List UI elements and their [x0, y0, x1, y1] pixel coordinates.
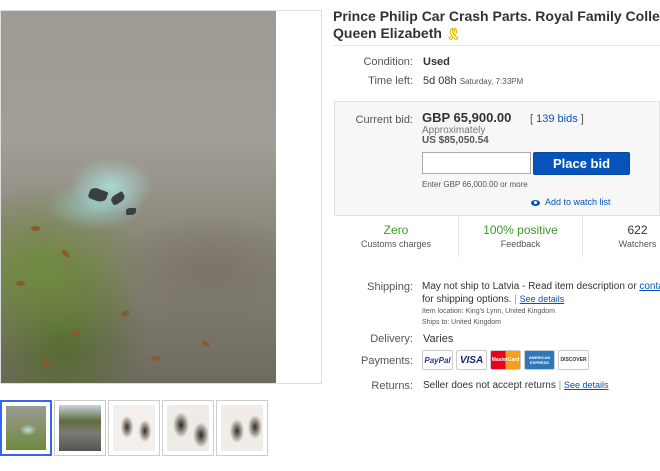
- shipping-details: May not ship to Latvia - Read item descr…: [422, 280, 660, 328]
- paypal-icon: PayPal: [422, 350, 453, 370]
- stat-watchers-value: 622: [627, 223, 648, 237]
- min-bid-hint: Enter GBP 66,000.00 or more: [422, 180, 528, 189]
- shipping-label: Shipping:: [367, 281, 413, 293]
- stat-watchers: 622 Watchers: [582, 216, 660, 257]
- mastercard-text: MasterCard: [491, 357, 520, 363]
- contact-seller-link[interactable]: contac: [639, 281, 660, 292]
- leaf: [16, 281, 25, 286]
- discover-icon: DISCOVER: [558, 350, 589, 370]
- thumbnail-2[interactable]: [54, 400, 106, 456]
- thumbnail-3[interactable]: [108, 400, 160, 456]
- thumbnail-image: [59, 405, 101, 451]
- condition-label: Condition:: [363, 56, 413, 68]
- bid-count-link[interactable]: 139 bids: [536, 113, 578, 125]
- returns-see-details-link[interactable]: See details: [564, 380, 609, 390]
- returns-value: Seller does not accept returns | See det…: [423, 380, 609, 391]
- stat-feedback-value: 100% positive: [483, 223, 558, 237]
- main-image-frame[interactable]: [0, 10, 322, 384]
- awareness-ribbon-icon: 🎗: [445, 27, 462, 41]
- add-to-watch-list-link[interactable]: Add to watch list: [531, 197, 611, 207]
- shipping-separator: |: [511, 294, 520, 305]
- discover-text: DISCOVER: [560, 357, 587, 363]
- returns-separator: |: [555, 380, 565, 391]
- leaf: [151, 356, 160, 361]
- stat-customs: Zero Customs charges: [334, 216, 458, 257]
- current-bid-label: Current bid:: [355, 114, 413, 126]
- time-left-end: Saturday, 7:33PM: [459, 77, 524, 86]
- title-divider: [333, 45, 660, 46]
- place-bid-button[interactable]: Place bid: [533, 152, 630, 175]
- eye-icon: [531, 199, 540, 206]
- listing-title: Prince Philip Car Crash Parts. Royal Fam…: [333, 8, 660, 43]
- thumbnail-4[interactable]: [162, 400, 214, 456]
- ships-to: Ships to: United Kingdom: [422, 319, 501, 326]
- shipping-line1: May not ship to Latvia - Read item descr…: [422, 281, 640, 292]
- thumbnail-image: [113, 405, 155, 451]
- visa-text: VISA: [459, 354, 484, 366]
- bid-count-close: ]: [580, 113, 584, 125]
- stat-feedback[interactable]: 100% positive Feedback: [458, 216, 582, 257]
- time-left-label: Time left:: [368, 75, 413, 87]
- bid-count: [ 139 bids ]: [530, 113, 584, 125]
- main-product-photo[interactable]: [1, 11, 276, 383]
- leaf: [120, 309, 131, 318]
- shipping-line2: for shipping options.: [422, 294, 512, 305]
- debris-shard: [126, 208, 136, 215]
- usd-amount: US $85,050.54: [422, 135, 489, 146]
- stat-customs-label: Customs charges: [360, 239, 432, 249]
- thumbnail-image: [6, 406, 46, 450]
- stats-row: Zero Customs charges 100% positive Feedb…: [334, 215, 660, 257]
- delivery-value: Varies: [423, 333, 454, 345]
- thumbnail-1[interactable]: [0, 400, 52, 456]
- stat-customs-value: Zero: [383, 223, 409, 237]
- leaf: [60, 248, 71, 259]
- bid-amount-input[interactable]: [422, 152, 531, 174]
- thumbnail-5[interactable]: [216, 400, 268, 456]
- thumbnail-image: [221, 405, 263, 451]
- time-left-duration: 5d 08h: [423, 75, 457, 87]
- stat-watchers-label: Watchers: [618, 239, 657, 249]
- paypal-text: PayPal: [424, 355, 451, 365]
- leaf: [31, 226, 40, 231]
- returns-label: Returns:: [371, 380, 413, 392]
- leaf: [71, 331, 80, 336]
- debris-shard: [87, 186, 109, 204]
- leaf: [200, 339, 211, 348]
- amex-text: AMERICAN EXPRESS: [528, 355, 551, 365]
- listing-title-line2: Queen Elizabeth: [333, 25, 442, 41]
- listing-title-line1: Prince Philip Car Crash Parts. Royal Fam…: [333, 8, 660, 24]
- current-bid-amount: GBP 65,900.00: [422, 110, 512, 125]
- time-left-value: 5d 08h Saturday, 7:33PM: [423, 75, 523, 87]
- shipping-see-details-link[interactable]: See details: [520, 294, 565, 304]
- condition-value: Used: [423, 56, 450, 68]
- bid-count-open: [: [530, 113, 534, 125]
- mastercard-icon: MasterCard: [490, 350, 521, 370]
- stat-feedback-label: Feedback: [500, 239, 541, 249]
- amex-icon: AMERICAN EXPRESS: [524, 350, 555, 370]
- leaf: [41, 358, 50, 369]
- watch-label: Add to watch list: [545, 197, 611, 207]
- payments-label: Payments:: [361, 355, 413, 367]
- visa-icon: VISA: [456, 350, 487, 370]
- returns-policy: Seller does not accept returns: [423, 380, 556, 391]
- thumbnail-image: [167, 405, 209, 451]
- item-location: Item location: King's Lynn, United Kingd…: [422, 308, 555, 315]
- delivery-label: Delivery:: [370, 333, 413, 345]
- debris-shard: [109, 191, 127, 206]
